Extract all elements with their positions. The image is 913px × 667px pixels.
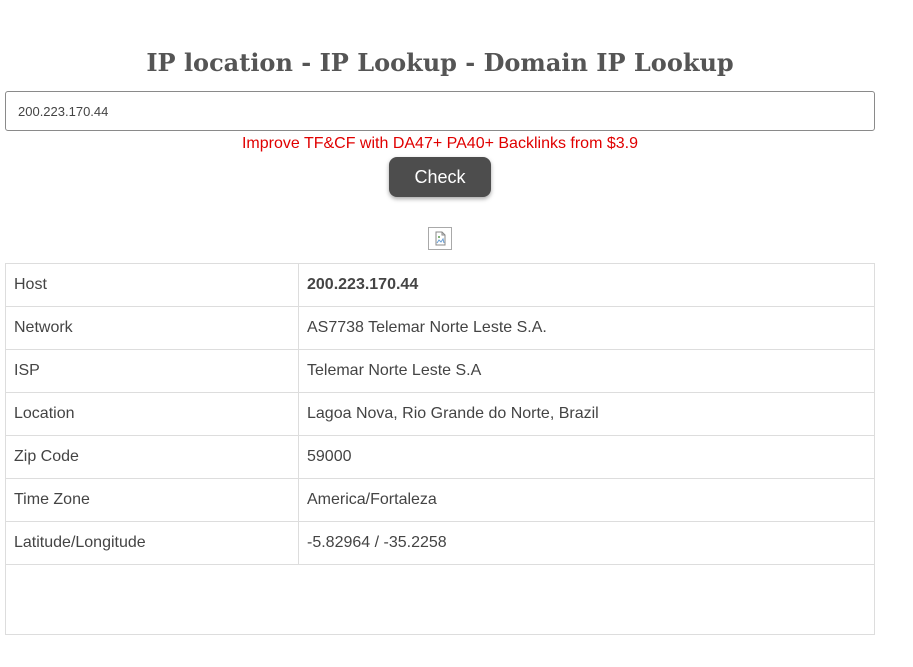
table-row-host: Host 200.223.170.44 <box>5 263 875 307</box>
zip-code-value: 59000 <box>298 435 875 479</box>
broken-image-icon <box>428 227 452 250</box>
zip-code-label: Zip Code <box>5 435 299 479</box>
time-zone-value: America/Fortaleza <box>298 478 875 522</box>
empty-cell <box>5 564 875 635</box>
check-button[interactable]: Check <box>389 157 491 197</box>
promo-link[interactable]: Improve TF&CF with DA47+ PA40+ Backlinks… <box>0 134 880 154</box>
table-row-lat-long: Latitude/Longitude -5.82964 / -35.2258 <box>5 521 875 565</box>
table-row-time-zone: Time Zone America/Fortaleza <box>5 478 875 522</box>
isp-value: Telemar Norte Leste S.A <box>298 349 875 393</box>
lat-long-value: -5.82964 / -35.2258 <box>298 521 875 565</box>
table-row-empty <box>5 564 875 635</box>
network-value: AS7738 Telemar Norte Leste S.A. <box>298 306 875 350</box>
table-row-location: Location Lagoa Nova, Rio Grande do Norte… <box>5 392 875 436</box>
lat-long-label: Latitude/Longitude <box>5 521 299 565</box>
location-label: Location <box>5 392 299 436</box>
network-label: Network <box>5 306 299 350</box>
location-value: Lagoa Nova, Rio Grande do Norte, Brazil <box>298 392 875 436</box>
isp-label: ISP <box>5 349 299 393</box>
time-zone-label: Time Zone <box>5 478 299 522</box>
result-table: Host 200.223.170.44 Network AS7738 Telem… <box>5 263 875 635</box>
table-row-zip-code: Zip Code 59000 <box>5 435 875 479</box>
host-label: Host <box>5 263 299 307</box>
table-row-network: Network AS7738 Telemar Norte Leste S.A. <box>5 306 875 350</box>
host-value: 200.223.170.44 <box>298 263 875 307</box>
page-title: IP location - IP Lookup - Domain IP Look… <box>146 48 734 77</box>
table-row-isp: ISP Telemar Norte Leste S.A <box>5 349 875 393</box>
ip-search-input[interactable] <box>5 91 875 131</box>
